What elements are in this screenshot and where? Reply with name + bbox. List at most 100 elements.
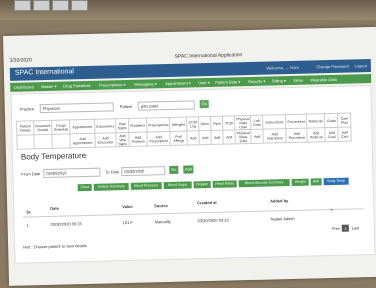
filter-go-button[interactable]: Go	[199, 99, 209, 109]
keyboard-key	[14, 0, 31, 11]
grid-cell[interactable]: Add	[187, 130, 200, 146]
grid-cell[interactable]: Add Care	[338, 127, 352, 142]
col-source: Source	[154, 203, 168, 209]
change-password-link[interactable]: Change Password	[316, 64, 349, 70]
to-date-value: 03/30/2020	[124, 168, 145, 175]
patient-filter: Practice Physician Patient gihz patel Go	[19, 99, 210, 115]
grid-cell[interactable]: Add Instruction	[263, 128, 287, 144]
to-date-input[interactable]: 03/30/2020	[121, 166, 166, 177]
grid-cell[interactable]: Add Goal	[325, 127, 339, 142]
tab-weight[interactable]: Weight	[291, 178, 309, 186]
grid-cell[interactable]: Add Vital Signs	[115, 132, 130, 147]
tab-body-temp[interactable]: Body Temp	[323, 177, 349, 186]
menu-item-prescriptions[interactable]: Prescriptions ▾	[99, 82, 125, 88]
menu-item-user[interactable]: User ▾	[198, 80, 210, 85]
grid-cell[interactable]: Insurance Details	[33, 120, 53, 135]
grid-cell[interactable]: CCM Log	[186, 116, 200, 132]
practice-label: Practice	[19, 106, 35, 112]
grid-cell[interactable]: Add Appointment	[69, 133, 96, 148]
patient-label: Patient	[119, 103, 133, 110]
cell-source: Manually	[154, 218, 171, 225]
tab-blood-pressure[interactable]: Blood Pressure	[130, 182, 162, 190]
pager-prev[interactable]: Prev	[332, 226, 340, 231]
grid-cell[interactable]: Add	[211, 130, 224, 145]
grid-cell[interactable]: Problems	[128, 118, 147, 133]
menu-item-dashboard[interactable]: Dashboard	[14, 84, 34, 89]
print-date: 3/30/2020	[9, 57, 32, 64]
menu-item-wearable-data[interactable]: Wearable Data	[310, 77, 337, 83]
tab-oxygen[interactable]: Oxygen	[193, 180, 211, 189]
menu-item-drug-substitute[interactable]: Drug Substitute	[63, 83, 91, 89]
practice-select[interactable]: Physician	[39, 102, 114, 114]
grid-cell[interactable]: TCM	[222, 115, 236, 131]
grid-cell[interactable]: Lab Data	[250, 115, 264, 130]
printed-page: 3/30/2020 SPAC International Application…	[3, 26, 376, 286]
menu-item-master[interactable]: Master ▾	[41, 84, 56, 89]
grid-cell[interactable]: Add Procedure	[286, 128, 308, 143]
grid-cell[interactable]: Add Encounter	[94, 132, 117, 148]
grid-cell[interactable]: Physical Vitals Data	[235, 129, 252, 144]
patient-select[interactable]: gihz patel	[137, 100, 195, 111]
logout-link[interactable]: Logout	[355, 63, 367, 68]
grid-cell[interactable]: Add Referral	[307, 127, 326, 143]
practice-value: Physician	[42, 105, 60, 112]
grid-cell[interactable]: Referrals	[306, 113, 326, 129]
grid-cell[interactable]: Add Prescription	[146, 131, 171, 147]
from-date-value: 03/30/2019	[46, 170, 67, 176]
grid-cell[interactable]: Add Problem	[128, 132, 148, 147]
grid-cell[interactable]: Goals	[324, 113, 339, 128]
grid-cell[interactable]: Rpm	[210, 116, 224, 131]
keyboard-key	[52, 0, 69, 11]
col-value: Value	[122, 203, 133, 210]
patient-value: gihz patel	[140, 103, 158, 109]
menu-item-appointment[interactable]: Appointment ▾	[165, 80, 191, 86]
grid-cell[interactable]: Procedures	[285, 114, 308, 129]
grid-cell[interactable]: Instructions	[262, 114, 287, 130]
menu-item-skins[interactable]: Skins	[293, 78, 303, 83]
grid-cell[interactable]: Prescriptions	[146, 117, 171, 133]
grid-cell[interactable]: Patient Details	[16, 120, 34, 136]
menu-item-reports[interactable]: Reports ▾	[248, 79, 265, 84]
col-added-by: Added by	[270, 198, 289, 204]
grid-cell[interactable]: Care Plan	[337, 113, 352, 128]
grid-cell[interactable]: Appointment	[69, 119, 95, 134]
grid-cell[interactable]: Drugs Schedule	[51, 119, 70, 135]
menu-item-messaging[interactable]: Messaging ▾	[134, 81, 157, 87]
grid-cell[interactable]: Vital Signs	[115, 118, 129, 133]
menu-item-billing[interactable]: Billing ▾	[272, 78, 286, 83]
print-header: 3/30/2020 SPAC International Application	[10, 49, 369, 64]
tab-activity-summary[interactable]: Activity Summary	[93, 182, 129, 191]
hint-text: Hint : Choose patient to view details	[23, 243, 87, 250]
grid-cell[interactable]: Post Allergy	[170, 131, 188, 146]
from-date-label: From Date	[21, 171, 41, 177]
tab-blood-sugar[interactable]: Blood Sugar	[163, 181, 192, 190]
grid-cell[interactable]: Encounters	[94, 118, 116, 134]
menu-item-patient-data[interactable]: Patient Data ▾	[215, 79, 240, 85]
grid-cell[interactable]: Add	[199, 130, 212, 145]
tab-bmi[interactable]: BMI	[310, 178, 322, 186]
delete-icon[interactable]: ×	[330, 207, 332, 212]
col-sr: Sr.	[26, 209, 32, 215]
grid-cell[interactable]: Add	[223, 129, 236, 145]
pager-current-page[interactable]: 1	[341, 224, 349, 232]
date-go-button[interactable]: Go	[169, 165, 179, 174]
cell-date: 03/30/2020 09:23	[50, 221, 82, 227]
patient-sections-grid: Patient Details Insurance Details Drugs …	[16, 113, 352, 150]
grid-cell[interactable]: Allergies	[169, 117, 188, 132]
pager-last[interactable]: Last	[352, 225, 360, 230]
col-created-at: Created at	[197, 199, 217, 206]
tab-heart-rates[interactable]: Heart Rates	[212, 180, 237, 188]
keyboard-key	[71, 0, 88, 11]
from-date-input[interactable]: 03/30/2019	[43, 167, 101, 179]
col-date: Date	[50, 205, 59, 211]
grid-cell[interactable]: Add	[251, 129, 264, 144]
tab-blood-glucose-summary[interactable]: Blood Glucose Summary	[238, 179, 290, 188]
grid-cell[interactable]: Other	[198, 116, 212, 131]
brand-logo: SPAC International	[14, 68, 74, 77]
tab-chart[interactable]: Chart	[77, 183, 92, 192]
cell-value: 101 F	[122, 219, 133, 226]
grid-cell	[16, 134, 35, 150]
welcome-text: Welcome, … Hom	[266, 64, 299, 71]
grid-cell[interactable]: Physical Vitals Data	[234, 115, 252, 130]
add-reading-button[interactable]: Add	[183, 165, 194, 174]
